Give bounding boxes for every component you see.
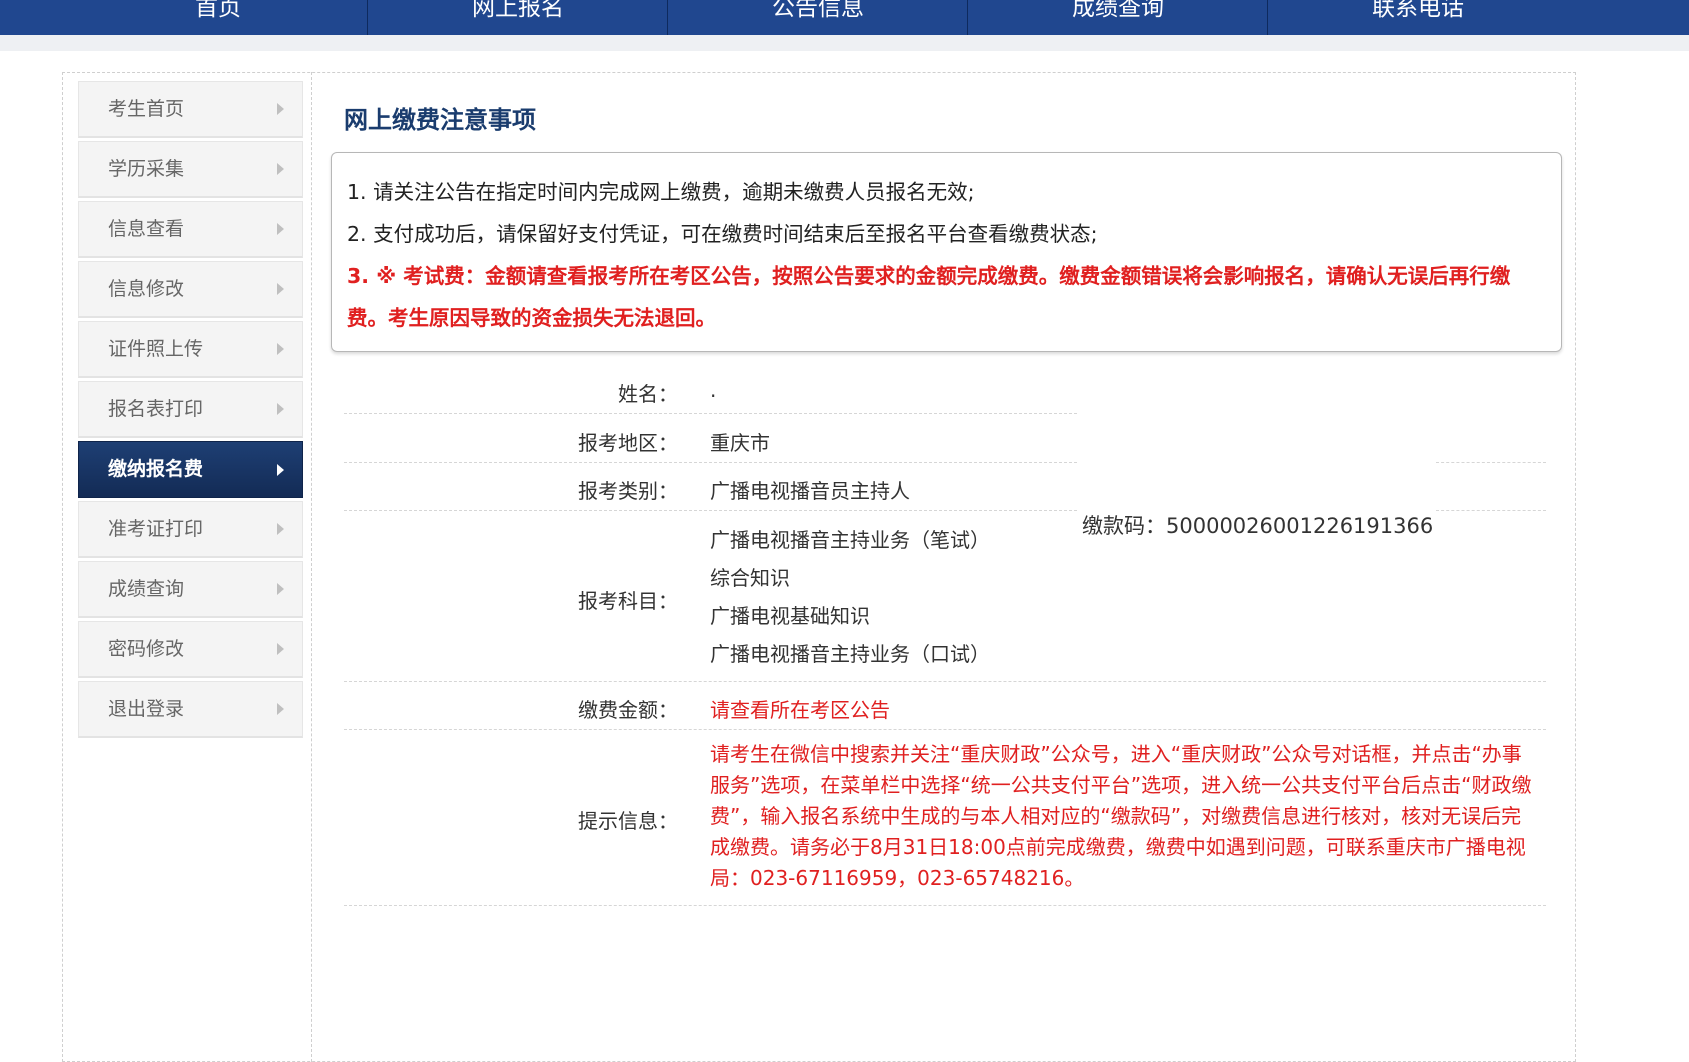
sidebar-item-label: 学历采集 xyxy=(108,158,185,180)
sidebar-item-admission-print[interactable]: 准考证打印 xyxy=(78,501,303,558)
sidebar-item-info-edit[interactable]: 信息修改 xyxy=(78,261,303,318)
page-title: 网上缴费注意事项 xyxy=(344,106,536,134)
fee-value: 请查看所在考区公告 xyxy=(710,698,890,722)
row-divider xyxy=(344,462,1077,463)
sidebar: 考生首页 学历采集 信息查看 信息修改 证件照上传 报名表打印 缴纳报名费 准考… xyxy=(78,81,303,741)
sidebar-item-score-query[interactable]: 成绩查询 xyxy=(78,561,303,618)
sidebar-item-pay-fee[interactable]: 缴纳报名费 xyxy=(78,441,303,498)
paycode: 缴款码：50000026001226191366 xyxy=(1082,510,1433,540)
paycode-label: 缴款码： xyxy=(1082,514,1166,538)
sidebar-item-label: 信息修改 xyxy=(108,278,185,300)
nav-announcements[interactable]: 公告信息 xyxy=(668,0,968,35)
sidebar-item-password-change[interactable]: 密码修改 xyxy=(78,621,303,678)
sub-bar xyxy=(0,35,1689,51)
row-divider xyxy=(344,413,1077,414)
sidebar-item-label: 考生首页 xyxy=(108,98,185,120)
chevron-right-icon xyxy=(277,523,284,535)
nav-contact[interactable]: 联系电话 xyxy=(1268,0,1568,35)
region-value: 重庆市 xyxy=(710,431,770,455)
nav-home[interactable]: 首页 xyxy=(68,0,368,35)
subject-item: 广播电视播音主持业务（口试） xyxy=(710,642,990,666)
category-label: 报考类别： xyxy=(578,479,678,503)
category-value: 广播电视播音员主持人 xyxy=(710,479,910,503)
row-divider xyxy=(344,905,1546,906)
chevron-right-icon xyxy=(277,163,284,175)
chevron-right-icon xyxy=(277,343,284,355)
notice-item-warning: 3. ※ 考试费：金额请查看报考所在考区公告，按照公告要求的金额完成缴费。缴费金… xyxy=(347,264,1511,330)
subjects-label: 报考科目： xyxy=(578,589,678,613)
nav-score-query[interactable]: 成绩查询 xyxy=(968,0,1268,35)
sidebar-item-form-print[interactable]: 报名表打印 xyxy=(78,381,303,438)
row-divider xyxy=(344,729,1546,730)
sidebar-item-label: 证件照上传 xyxy=(108,338,204,360)
sidebar-item-education-collect[interactable]: 学历采集 xyxy=(78,141,303,198)
name-label: 姓名： xyxy=(618,382,678,406)
notice-item: 1. 请关注公告在指定时间内完成网上缴费，逾期未缴费人员报名无效; xyxy=(347,180,975,204)
row-divider xyxy=(344,681,1546,682)
chevron-right-icon xyxy=(277,403,284,415)
subjects-list: 广播电视播音主持业务（笔试） 综合知识 广播电视基础知识 广播电视播音主持业务（… xyxy=(710,521,990,673)
tip-value: 请考生在微信中搜索并关注“重庆财政”公众号，进入“重庆财政”公众号对话框，并点击… xyxy=(710,742,1532,890)
chevron-right-icon xyxy=(277,643,284,655)
notice-item: 2. 支付成功后，请保留好支付凭证，可在缴费时间结束后至报名平台查看缴费状态; xyxy=(347,222,1098,246)
sidebar-item-label: 密码修改 xyxy=(108,638,185,660)
nav-online-register[interactable]: 网上报名 xyxy=(368,0,668,35)
row-divider xyxy=(1436,462,1546,463)
subject-item: 广播电视播音主持业务（笔试） xyxy=(710,528,990,552)
sidebar-divider xyxy=(311,72,313,1062)
chevron-right-icon xyxy=(277,223,284,235)
sidebar-item-photo-upload[interactable]: 证件照上传 xyxy=(78,321,303,378)
chevron-right-icon xyxy=(277,703,284,715)
chevron-right-icon xyxy=(277,283,284,295)
row-divider xyxy=(344,510,1077,511)
sidebar-item-info-view[interactable]: 信息查看 xyxy=(78,201,303,258)
sidebar-item-label: 报名表打印 xyxy=(108,398,204,420)
paycode-value: 50000026001226191366 xyxy=(1166,514,1434,538)
sidebar-item-label: 缴纳报名费 xyxy=(108,458,204,480)
top-nav: 首页 网上报名 公告信息 成绩查询 联系电话 xyxy=(0,0,1689,35)
name-value: . xyxy=(710,378,717,402)
tip-label: 提示信息： xyxy=(578,809,678,833)
chevron-right-icon xyxy=(277,103,284,115)
sidebar-item-candidate-home[interactable]: 考生首页 xyxy=(78,81,303,138)
sidebar-item-logout[interactable]: 退出登录 xyxy=(78,681,303,738)
fee-label: 缴费金额： xyxy=(578,698,678,722)
sidebar-item-label: 退出登录 xyxy=(108,698,185,720)
notice-box: 1. 请关注公告在指定时间内完成网上缴费，逾期未缴费人员报名无效; 2. 支付成… xyxy=(331,152,1562,352)
chevron-right-icon xyxy=(277,583,284,595)
chevron-right-icon xyxy=(277,463,284,476)
subject-item: 综合知识 xyxy=(710,566,790,590)
sidebar-item-label: 成绩查询 xyxy=(108,578,185,600)
sidebar-item-label: 准考证打印 xyxy=(108,518,204,540)
subject-item: 广播电视基础知识 xyxy=(710,604,870,628)
region-label: 报考地区： xyxy=(578,431,678,455)
row-divider xyxy=(1436,510,1546,511)
sidebar-item-label: 信息查看 xyxy=(108,218,185,240)
